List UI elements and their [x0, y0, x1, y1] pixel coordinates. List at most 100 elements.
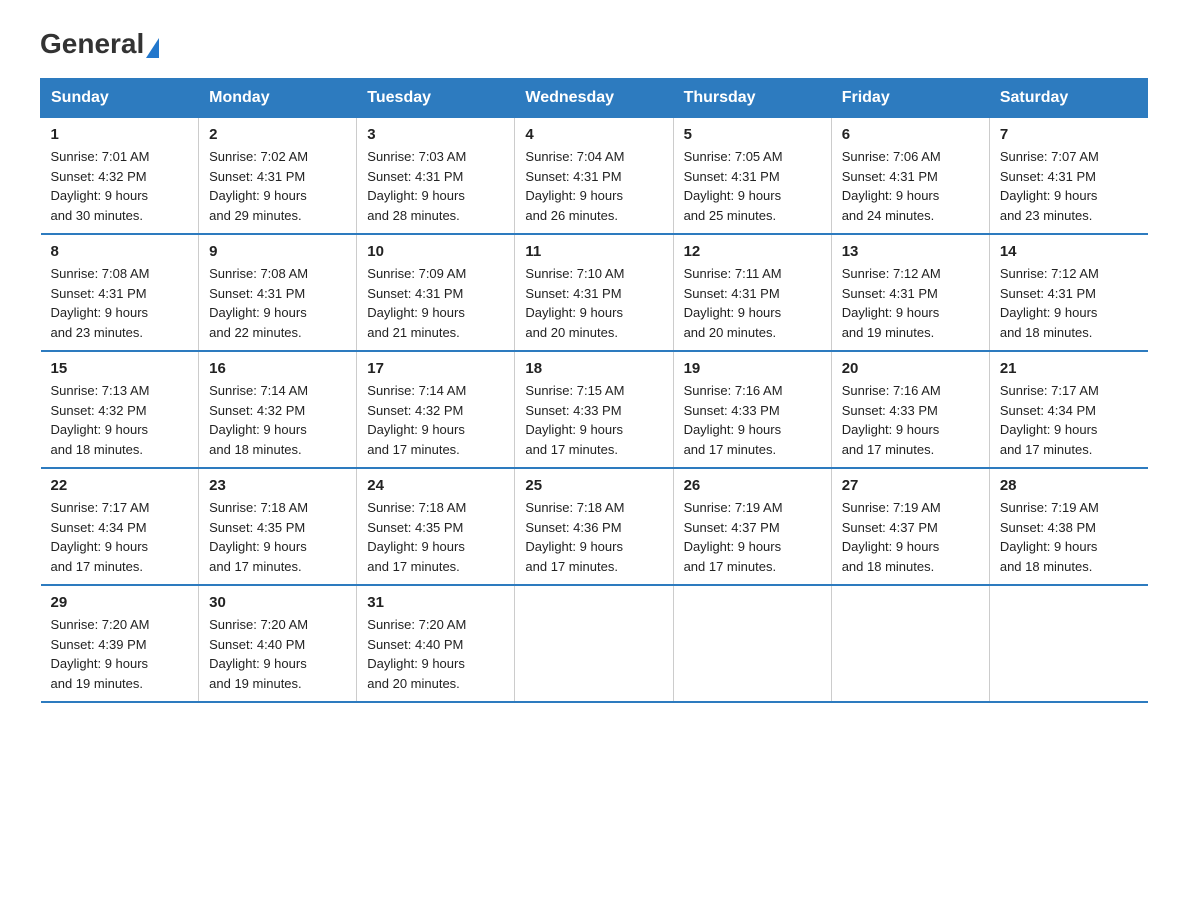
calendar-cell: 22 Sunrise: 7:17 AMSunset: 4:34 PMDayligh…: [41, 468, 199, 585]
calendar-cell: 20 Sunrise: 7:16 AMSunset: 4:33 PMDayligh…: [831, 351, 989, 468]
calendar-cell: 16 Sunrise: 7:14 AMSunset: 4:32 PMDayligh…: [199, 351, 357, 468]
day-info: Sunrise: 7:09 AMSunset: 4:31 PMDaylight:…: [367, 264, 504, 342]
day-info: Sunrise: 7:06 AMSunset: 4:31 PMDaylight:…: [842, 147, 979, 225]
calendar-cell: 15 Sunrise: 7:13 AMSunset: 4:32 PMDayligh…: [41, 351, 199, 468]
day-number: 13: [842, 243, 979, 260]
day-number: 14: [1000, 243, 1138, 260]
day-info: Sunrise: 7:17 AMSunset: 4:34 PMDaylight:…: [51, 498, 189, 576]
weekday-header-monday: Monday: [199, 79, 357, 118]
day-number: 9: [209, 243, 346, 260]
calendar-cell: 29Sunrise: 7:20 AMSunset: 4:39 PMDayligh…: [41, 585, 199, 702]
calendar-cell: 31 Sunrise: 7:20 AMSunset: 4:40 PMDayligh…: [357, 585, 515, 702]
page-header: General: [40, 30, 1148, 58]
day-info: Sunrise: 7:08 AMSunset: 4:31 PMDaylight:…: [209, 264, 346, 342]
day-info: Sunrise: 7:11 AMSunset: 4:31 PMDaylight:…: [684, 264, 821, 342]
day-number: 6: [842, 126, 979, 143]
day-number: 28: [1000, 477, 1138, 494]
weekday-header-thursday: Thursday: [673, 79, 831, 118]
weekday-header-row: SundayMondayTuesdayWednesdayThursdayFrid…: [41, 79, 1148, 118]
calendar-week-row: 8 Sunrise: 7:08 AMSunset: 4:31 PMDaylight…: [41, 234, 1148, 351]
day-info: Sunrise: 7:18 AMSunset: 4:36 PMDaylight:…: [525, 498, 662, 576]
day-number: 23: [209, 477, 346, 494]
day-number: 7: [1000, 126, 1138, 143]
calendar-cell: 6 Sunrise: 7:06 AMSunset: 4:31 PMDaylight…: [831, 118, 989, 235]
weekday-header-friday: Friday: [831, 79, 989, 118]
day-number: 17: [367, 360, 504, 377]
calendar-cell: 11 Sunrise: 7:10 AMSunset: 4:31 PMDayligh…: [515, 234, 673, 351]
day-info: Sunrise: 7:20 AMSunset: 4:40 PMDaylight:…: [209, 615, 346, 693]
calendar-cell: 1 Sunrise: 7:01 AMSunset: 4:32 PMDaylight…: [41, 118, 199, 235]
calendar-cell: 28 Sunrise: 7:19 AMSunset: 4:38 PMDayligh…: [989, 468, 1147, 585]
day-number: 8: [51, 243, 189, 260]
calendar-week-row: 29Sunrise: 7:20 AMSunset: 4:39 PMDayligh…: [41, 585, 1148, 702]
calendar-cell: 23 Sunrise: 7:18 AMSunset: 4:35 PMDayligh…: [199, 468, 357, 585]
day-info: Sunrise: 7:19 AMSunset: 4:37 PMDaylight:…: [684, 498, 821, 576]
calendar-cell: 9 Sunrise: 7:08 AMSunset: 4:31 PMDaylight…: [199, 234, 357, 351]
day-number: 30: [209, 594, 346, 611]
calendar-cell: 5 Sunrise: 7:05 AMSunset: 4:31 PMDaylight…: [673, 118, 831, 235]
calendar-cell: 13 Sunrise: 7:12 AMSunset: 4:31 PMDayligh…: [831, 234, 989, 351]
day-info: Sunrise: 7:05 AMSunset: 4:31 PMDaylight:…: [684, 147, 821, 225]
logo-general-text: General: [40, 30, 144, 58]
day-info: Sunrise: 7:10 AMSunset: 4:31 PMDaylight:…: [525, 264, 662, 342]
weekday-header-wednesday: Wednesday: [515, 79, 673, 118]
day-info: Sunrise: 7:02 AMSunset: 4:31 PMDaylight:…: [209, 147, 346, 225]
day-info: Sunrise: 7:01 AMSunset: 4:32 PMDaylight:…: [51, 147, 189, 225]
calendar-cell: 19Sunrise: 7:16 AMSunset: 4:33 PMDayligh…: [673, 351, 831, 468]
calendar-cell: 25 Sunrise: 7:18 AMSunset: 4:36 PMDayligh…: [515, 468, 673, 585]
logo-chevron-icon: [146, 38, 159, 58]
weekday-header-tuesday: Tuesday: [357, 79, 515, 118]
day-info: Sunrise: 7:12 AMSunset: 4:31 PMDaylight:…: [1000, 264, 1138, 342]
calendar-cell: [831, 585, 989, 702]
day-info: Sunrise: 7:19 AMSunset: 4:38 PMDaylight:…: [1000, 498, 1138, 576]
day-number: 20: [842, 360, 979, 377]
calendar-cell: 7 Sunrise: 7:07 AMSunset: 4:31 PMDaylight…: [989, 118, 1147, 235]
calendar-cell: 8Sunrise: 7:08 AMSunset: 4:31 PMDaylight…: [41, 234, 199, 351]
day-info: Sunrise: 7:18 AMSunset: 4:35 PMDaylight:…: [209, 498, 346, 576]
day-info: Sunrise: 7:16 AMSunset: 4:33 PMDaylight:…: [842, 381, 979, 459]
day-info: Sunrise: 7:19 AMSunset: 4:37 PMDaylight:…: [842, 498, 979, 576]
day-number: 25: [525, 477, 662, 494]
day-number: 11: [525, 243, 662, 260]
calendar-cell: 24Sunrise: 7:18 AMSunset: 4:35 PMDayligh…: [357, 468, 515, 585]
calendar-week-row: 15 Sunrise: 7:13 AMSunset: 4:32 PMDayligh…: [41, 351, 1148, 468]
calendar-cell: 3 Sunrise: 7:03 AMSunset: 4:31 PMDaylight…: [357, 118, 515, 235]
calendar-cell: 10 Sunrise: 7:09 AMSunset: 4:31 PMDayligh…: [357, 234, 515, 351]
day-number: 2: [209, 126, 346, 143]
calendar-cell: 27Sunrise: 7:19 AMSunset: 4:37 PMDayligh…: [831, 468, 989, 585]
calendar-cell: [989, 585, 1147, 702]
day-info: Sunrise: 7:13 AMSunset: 4:32 PMDaylight:…: [51, 381, 189, 459]
calendar-week-row: 1 Sunrise: 7:01 AMSunset: 4:32 PMDaylight…: [41, 118, 1148, 235]
day-info: Sunrise: 7:18 AMSunset: 4:35 PMDaylight:…: [367, 498, 504, 576]
day-info: Sunrise: 7:04 AMSunset: 4:31 PMDaylight:…: [525, 147, 662, 225]
calendar-cell: 14 Sunrise: 7:12 AMSunset: 4:31 PMDayligh…: [989, 234, 1147, 351]
calendar-cell: 4Sunrise: 7:04 AMSunset: 4:31 PMDaylight…: [515, 118, 673, 235]
day-info: Sunrise: 7:20 AMSunset: 4:40 PMDaylight:…: [367, 615, 504, 693]
calendar-cell: 21Sunrise: 7:17 AMSunset: 4:34 PMDayligh…: [989, 351, 1147, 468]
day-number: 5: [684, 126, 821, 143]
day-number: 10: [367, 243, 504, 260]
day-number: 21: [1000, 360, 1138, 377]
day-info: Sunrise: 7:03 AMSunset: 4:31 PMDaylight:…: [367, 147, 504, 225]
calendar-cell: 30 Sunrise: 7:20 AMSunset: 4:40 PMDayligh…: [199, 585, 357, 702]
day-info: Sunrise: 7:12 AMSunset: 4:31 PMDaylight:…: [842, 264, 979, 342]
day-number: 15: [51, 360, 189, 377]
day-number: 31: [367, 594, 504, 611]
day-number: 22: [51, 477, 189, 494]
calendar-cell: 12 Sunrise: 7:11 AMSunset: 4:31 PMDayligh…: [673, 234, 831, 351]
day-info: Sunrise: 7:07 AMSunset: 4:31 PMDaylight:…: [1000, 147, 1138, 225]
weekday-header-saturday: Saturday: [989, 79, 1147, 118]
day-number: 16: [209, 360, 346, 377]
day-number: 12: [684, 243, 821, 260]
day-number: 3: [367, 126, 504, 143]
weekday-header-sunday: Sunday: [41, 79, 199, 118]
day-number: 1: [51, 126, 189, 143]
day-number: 18: [525, 360, 662, 377]
calendar-week-row: 22 Sunrise: 7:17 AMSunset: 4:34 PMDayligh…: [41, 468, 1148, 585]
day-number: 19: [684, 360, 821, 377]
day-info: Sunrise: 7:14 AMSunset: 4:32 PMDaylight:…: [209, 381, 346, 459]
calendar-cell: 18Sunrise: 7:15 AMSunset: 4:33 PMDayligh…: [515, 351, 673, 468]
calendar-cell: [673, 585, 831, 702]
calendar-table: SundayMondayTuesdayWednesdayThursdayFrid…: [40, 78, 1148, 703]
calendar-cell: 2 Sunrise: 7:02 AMSunset: 4:31 PMDaylight…: [199, 118, 357, 235]
